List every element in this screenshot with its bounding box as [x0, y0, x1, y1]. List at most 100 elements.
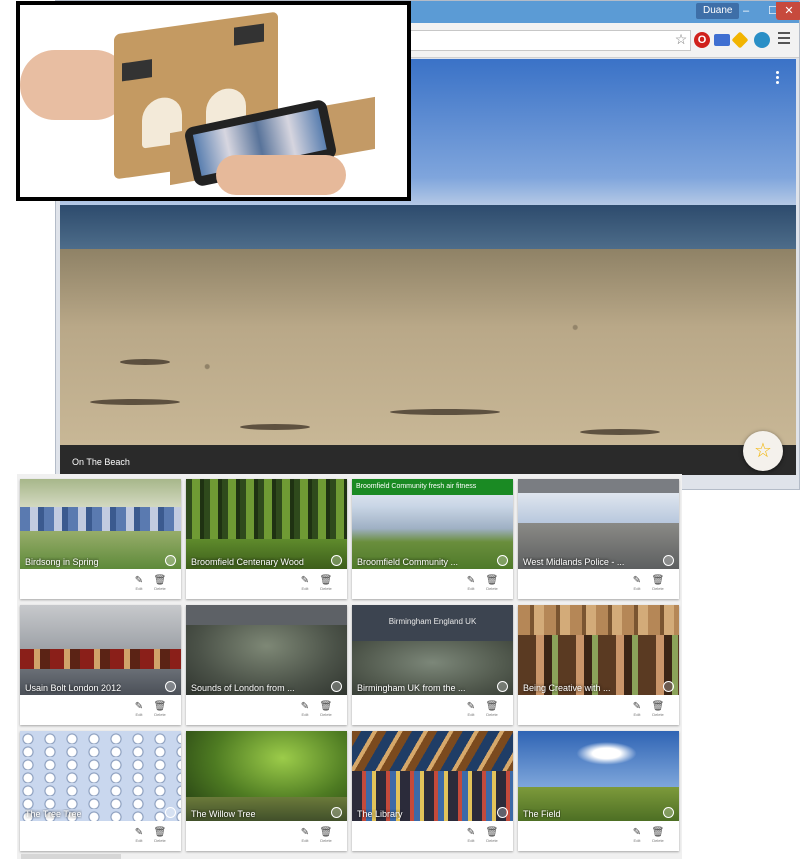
edit-button[interactable]: ✎ Edit [464, 701, 478, 717]
delete-label: Delete [652, 712, 664, 717]
trash-icon: 🗑 [485, 701, 499, 712]
delete-label: Delete [486, 838, 498, 843]
gallery-card[interactable]: The Library ✎ Edit 🗑 Delete [352, 731, 513, 851]
edit-button[interactable]: ✎ Edit [630, 827, 644, 843]
delete-button[interactable]: 🗑 Delete [485, 575, 499, 591]
card-thumbnail[interactable] [518, 731, 679, 821]
pencil-icon: ✎ [300, 575, 310, 586]
edit-button[interactable]: ✎ Edit [298, 701, 312, 717]
delete-button[interactable]: 🗑 Delete [485, 827, 499, 843]
sync-extension-icon[interactable] [754, 32, 770, 48]
favorite-star-button[interactable]: ☆ [743, 431, 783, 471]
gallery-card[interactable]: Broomfield Community fresh air fitness B… [352, 479, 513, 599]
right-hand [216, 155, 346, 195]
edit-button[interactable]: ✎ Edit [132, 827, 146, 843]
delete-button[interactable]: 🗑 Delete [651, 701, 665, 717]
bookmark-star-icon[interactable]: ☆ [673, 31, 689, 47]
drive-extension-icon[interactable] [731, 31, 749, 49]
gallery-card[interactable]: Birdsong in Spring ✎ Edit 🗑 Delete [20, 479, 181, 599]
panorama-badge-icon [497, 555, 508, 566]
gallery-card[interactable]: The Willow Tree ✎ Edit 🗑 Delete [186, 731, 347, 851]
delete-button[interactable]: 🗑 Delete [319, 701, 333, 717]
edit-label: Edit [467, 586, 475, 591]
next-row-peek [21, 854, 121, 859]
panorama-badge-icon [497, 807, 508, 818]
viewer-caption: On The Beach [72, 457, 130, 467]
card-title: Broomfield Centenary Wood [191, 557, 304, 567]
gallery-card[interactable]: Birmingham England UK Birmingham UK from… [352, 605, 513, 725]
card-title: The Tree Tree [25, 809, 82, 819]
minimize-button[interactable]: – [733, 2, 759, 20]
card-thumbnail[interactable] [20, 479, 181, 569]
trash-icon: 🗑 [651, 827, 665, 838]
gallery-card[interactable]: Being Creative with ... ✎ Edit 🗑 Delete [518, 605, 679, 725]
opera-extension-icon[interactable]: O [694, 32, 710, 48]
close-button[interactable]: ✕ [776, 2, 800, 20]
gallery-card[interactable]: The Field ✎ Edit 🗑 Delete [518, 731, 679, 851]
edit-button[interactable]: ✎ Edit [298, 827, 312, 843]
seaweed-decor [240, 424, 310, 430]
seaweed-decor [390, 409, 500, 415]
card-title: Birdsong in Spring [25, 557, 99, 567]
delete-label: Delete [320, 586, 332, 591]
velcro-pad [122, 59, 152, 82]
card-thumbnail[interactable] [186, 605, 347, 695]
address-bar[interactable] [411, 30, 691, 51]
panorama-badge-icon [165, 555, 176, 566]
delete-button[interactable]: 🗑 Delete [153, 575, 167, 591]
delete-button[interactable]: 🗑 Delete [153, 701, 167, 717]
delete-label: Delete [652, 838, 664, 843]
trash-icon: 🗑 [153, 701, 167, 712]
card-banner: Broomfield Community fresh air fitness [352, 479, 513, 495]
panorama-badge-icon [165, 681, 176, 692]
delete-label: Delete [652, 586, 664, 591]
pencil-icon: ✎ [300, 701, 310, 712]
delete-button[interactable]: 🗑 Delete [651, 575, 665, 591]
gallery-card[interactable]: Broomfield Centenary Wood ✎ Edit 🗑 Delete [186, 479, 347, 599]
card-thumbnail[interactable] [518, 605, 679, 695]
trash-icon: 🗑 [153, 827, 167, 838]
edit-button[interactable]: ✎ Edit [630, 575, 644, 591]
panorama-badge-icon [497, 681, 508, 692]
edit-button[interactable]: ✎ Edit [298, 575, 312, 591]
delete-button[interactable]: 🗑 Delete [651, 827, 665, 843]
edit-label: Edit [467, 712, 475, 717]
card-title: Being Creative with ... [523, 683, 611, 693]
delete-button[interactable]: 🗑 Delete [153, 827, 167, 843]
card-thumbnail[interactable] [352, 731, 513, 821]
card-thumbnail[interactable]: Broomfield Community fresh air fitness [352, 479, 513, 569]
edit-button[interactable]: ✎ Edit [132, 575, 146, 591]
edit-button[interactable]: ✎ Edit [464, 827, 478, 843]
card-thumbnail[interactable] [186, 479, 347, 569]
card-thumbnail[interactable] [518, 479, 679, 569]
edit-button[interactable]: ✎ Edit [464, 575, 478, 591]
seaweed-decor [580, 429, 660, 435]
card-title: Birmingham UK from the ... [357, 683, 466, 693]
edit-button[interactable]: ✎ Edit [132, 701, 146, 717]
delete-button[interactable]: 🗑 Delete [485, 701, 499, 717]
gallery-card[interactable]: West Midlands Police - ... ✎ Edit 🗑 Delete [518, 479, 679, 599]
browser-menu-icon[interactable] [778, 32, 790, 46]
trash-icon: 🗑 [485, 827, 499, 838]
gallery-grid: Birdsong in Spring ✎ Edit 🗑 Delete Broomfi… [20, 479, 679, 851]
mail-extension-icon[interactable] [714, 34, 730, 46]
gallery-card[interactable]: Usain Bolt London 2012 ✎ Edit 🗑 Delete [20, 605, 181, 725]
pencil-icon: ✎ [466, 701, 476, 712]
card-thumbnail[interactable]: Birmingham England UK [352, 605, 513, 695]
gallery-card[interactable]: The Tree Tree ✎ Edit 🗑 Delete [20, 731, 181, 851]
gallery-card[interactable]: Sounds of London from ... ✎ Edit 🗑 Delete [186, 605, 347, 725]
panorama-badge-icon [331, 807, 342, 818]
delete-button[interactable]: 🗑 Delete [319, 575, 333, 591]
card-thumbnail[interactable] [20, 605, 181, 695]
more-options-icon[interactable] [776, 71, 780, 86]
delete-button[interactable]: 🗑 Delete [319, 827, 333, 843]
card-thumbnail[interactable] [186, 731, 347, 821]
card-title: West Midlands Police - ... [523, 557, 625, 567]
card-thumbnail[interactable] [20, 731, 181, 821]
panorama-badge-icon [165, 807, 176, 818]
card-title: The Library [357, 809, 403, 819]
card-banner: Birmingham England UK [388, 617, 477, 626]
card-title: The Willow Tree [191, 809, 256, 819]
edit-button[interactable]: ✎ Edit [630, 701, 644, 717]
panorama-badge-icon [663, 555, 674, 566]
